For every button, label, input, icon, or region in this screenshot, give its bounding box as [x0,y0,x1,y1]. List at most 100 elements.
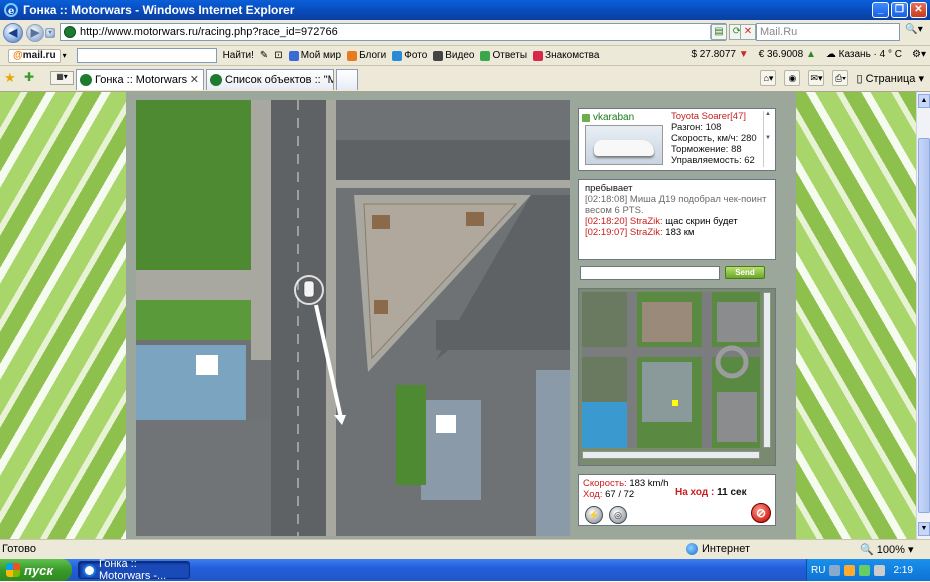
taskbar: пуск Гонка :: Motorwars -... RU 2:19 [0,558,930,582]
mailru-logo[interactable]: @mail.ru [8,48,61,63]
url-field[interactable]: http://www.motorwars.ru/racing.php?race_… [60,23,726,41]
mail-icon[interactable]: ✉▾ [808,70,825,86]
minimap-vscroll[interactable] [763,292,771,448]
tray-icon-2[interactable] [844,564,856,576]
up-arrow-icon: ▲ [805,49,816,60]
window-titlebar: e Гонка :: Motorwars - Windows Internet … [0,0,930,20]
settings-icon[interactable]: ⚙▾ [912,49,926,60]
chat-line: [02:18:20] StraZik: щас скрин будет [585,216,738,227]
tab-close-icon[interactable]: ✕ [190,73,199,86]
car-panel-scrollbar[interactable]: ▲ ▼ [763,111,772,167]
page-content: vkaraban Toyota Soarer[47] Разгон: 108 С… [0,92,916,539]
taskbar-item-ie[interactable]: Гонка :: Motorwars -... [78,558,190,582]
race-map[interactable] [136,100,570,536]
status-text: Готово [2,543,36,555]
search-icon[interactable]: 🔍▾ [902,24,926,40]
quit-race-button[interactable]: ⊘ [751,503,771,523]
car-brakes: Торможение: 88 [671,144,742,155]
down-arrow-icon: ▼ [738,49,749,60]
race-map-graphic [136,100,570,536]
mailbar-item-moymir[interactable]: Мой мир [288,50,341,61]
status-bar: Готово Интернет 🔍 100% ▾ [0,539,930,559]
photo-icon [392,50,403,61]
car-stats: Toyota Soarer[47] Разгон: 108 Скорость, … [671,111,757,166]
scroll-thumb[interactable] [918,138,930,513]
car-accel: Разгон: 108 [671,122,722,133]
language-indicator[interactable]: RU [811,565,825,576]
forward-button[interactable]: ▶ [26,23,44,42]
ie-logo-icon: e [4,3,18,17]
mailru-search-input[interactable] [76,48,217,63]
minimize-button[interactable]: _ [872,2,889,18]
send-button[interactable]: Send [725,266,765,279]
highlight-icon[interactable]: ✎ [260,50,268,61]
mailbar-item-blogs[interactable]: Блоги [347,50,386,61]
security-zone[interactable]: Интернет [686,543,750,555]
tray-icon-1[interactable] [829,564,841,576]
weather[interactable]: ☁ Казань · 4 ° C [826,49,902,60]
mailbar-item-answers[interactable]: Ответы [480,50,527,61]
close-window-button[interactable]: ✕ [910,2,927,18]
add-favorites-icon[interactable]: ✚ [24,70,34,84]
chat-input-row: Send [580,266,774,281]
page-menu[interactable]: ▯ Страница ▾ [856,72,924,85]
car-image [585,125,663,165]
restore-button[interactable]: ❐ [891,2,908,18]
brake-button[interactable]: ◎ [609,506,627,524]
tab-race[interactable]: Гонка :: Motorwars ✕ [76,69,204,90]
scroll-up-icon[interactable]: ▲ [918,94,930,108]
mailbar-item-dating[interactable]: Знакомства [533,50,599,61]
video-icon [433,50,444,61]
popup-icon[interactable]: ⊡ [274,50,282,61]
eur-rate[interactable]: € 36.9008 ▲ [759,49,816,60]
new-tab-button[interactable] [336,69,358,90]
minimap[interactable] [582,292,760,448]
favorites-star-icon[interactable]: ★ [4,70,16,86]
windows-flag-icon [6,563,20,577]
scroll-down-icon[interactable]: ▼ [918,522,930,536]
car-name[interactable]: Toyota Soarer[47] [671,111,757,122]
minimap-hscroll[interactable] [582,451,760,459]
background-leaves-right [796,92,916,539]
car-info-panel: vkaraban Toyota Soarer[47] Разгон: 108 С… [578,108,776,171]
clock: 2:19 [893,564,913,576]
chat-log: пребывает [02:18:08] Миша Д19 подобрал ч… [578,179,776,260]
tab-objects[interactable]: Список объектов :: "Мо... [206,69,334,90]
zoom-icon: 🔍 [860,544,874,556]
start-button[interactable]: пуск [0,559,72,581]
usd-rate[interactable]: $ 27.8077 ▼ [691,49,748,60]
chat-line: [02:18:08] Миша Д19 подобрал чек-поинт в… [585,194,767,216]
minimap-panel [578,288,776,466]
feeds-icon[interactable]: ◉ [784,70,801,86]
chat-input[interactable] [580,266,720,280]
mailbar-item-photo[interactable]: Фото [392,50,427,61]
back-button[interactable]: ◀ [3,22,23,43]
moymir-icon [288,50,299,61]
history-dropdown-icon[interactable]: ▾ [45,27,55,38]
tab-label: Список объектов :: "Мо... [225,74,333,86]
home-icon[interactable]: ⌂▾ [760,70,777,86]
quick-tabs-icon[interactable]: ▦▾ [50,71,74,85]
volume-icon[interactable] [874,564,886,576]
svg-text:e: e [8,6,14,17]
url-text: http://www.motorwars.ru/racing.php?race_… [80,26,338,38]
globe-icon [686,543,698,555]
blogs-icon [347,50,358,61]
address-toolbar: ◀ ▶ ▾ http://www.motorwars.ru/racing.php… [0,20,930,46]
tray-icon-3[interactable] [859,564,871,576]
mailru-find-button[interactable]: Найти! [223,50,254,61]
window-title: Гонка :: Motorwars - Windows Internet Ex… [23,3,295,17]
stop-button[interactable]: ✕ [740,24,756,40]
print-icon[interactable]: ⎙▾ [832,70,849,86]
zoom-level[interactable]: 🔍 100% ▾ [860,543,913,556]
mailbar-item-video[interactable]: Видео [433,50,474,61]
nitro-button[interactable]: ⚡ [585,506,603,524]
mailru-menu-chevron-icon[interactable]: ▾ [63,51,67,60]
page-scrollbar[interactable]: ▲ ▼ [916,92,930,539]
tab-bar: ★ ✚ ▦▾ Гонка :: Motorwars ✕ Список объек… [0,66,930,92]
site-favicon-icon [64,26,76,38]
search-input[interactable]: Mail.Ru [756,23,900,41]
turn-timer: На ход : 11 сек [675,487,747,498]
chat-line: [02:19:07] StraZik: 183 км [585,227,695,238]
car-handling: Управляемость: 62 [671,155,755,166]
